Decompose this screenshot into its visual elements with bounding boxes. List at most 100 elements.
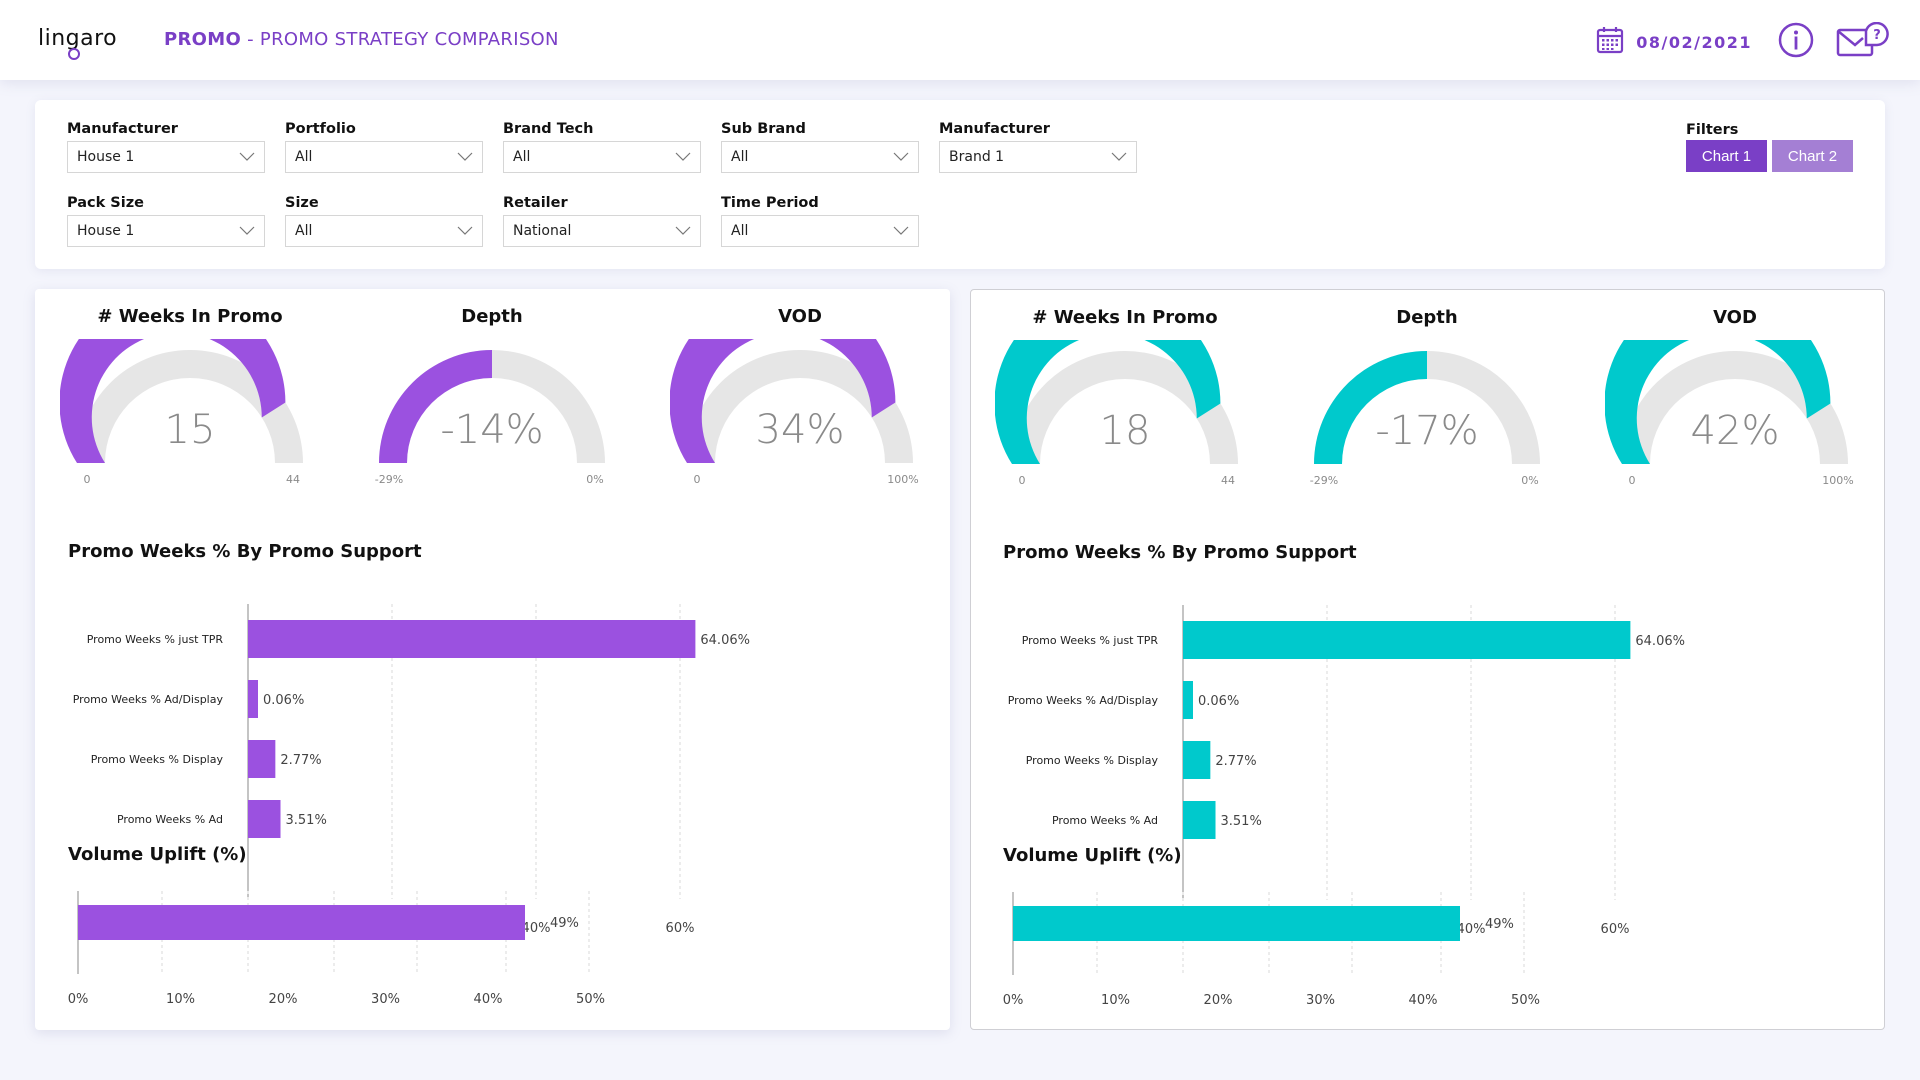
filter-size: Size All: [285, 193, 483, 247]
filter-portfolio: Portfolio All: [285, 119, 483, 173]
filter-brand-tech: Brand Tech All: [503, 119, 701, 173]
calendar-icon[interactable]: [1596, 26, 1624, 58]
filter-label: Portfolio: [285, 121, 356, 137]
filter-label: Size: [285, 195, 319, 211]
filter-label: Manufacturer: [67, 121, 178, 137]
time-period-dropdown[interactable]: All: [721, 215, 919, 247]
gauge-max-label: 0%: [586, 473, 603, 486]
retailer-dropdown[interactable]: National: [503, 215, 701, 247]
chevron-down-icon: [893, 152, 909, 161]
dropdown-value: All: [731, 149, 749, 165]
filter-retailer: Retailer National: [503, 193, 701, 247]
value-label: 0.06%: [263, 693, 304, 708]
chart-2-button[interactable]: Chart 2: [1772, 140, 1853, 172]
bar[interactable]: [248, 680, 258, 718]
pack-size-dropdown[interactable]: House 1: [67, 215, 265, 247]
bar[interactable]: [1013, 906, 1461, 941]
size-dropdown[interactable]: All: [285, 215, 483, 247]
filter-label: Brand Tech: [503, 121, 594, 137]
gauge-value: -14%: [440, 407, 543, 453]
gauge-max-label: 100%: [1822, 474, 1853, 487]
bar[interactable]: [1183, 621, 1631, 659]
chevron-down-icon: [239, 152, 255, 161]
bar[interactable]: [248, 740, 276, 778]
bar[interactable]: [1183, 681, 1193, 719]
gauge-0: 15 0 44: [60, 339, 303, 486]
value-label: 49%: [550, 916, 579, 931]
gauge-max-label: 44: [1221, 474, 1235, 487]
bar[interactable]: [248, 800, 281, 838]
brand-tech-dropdown[interactable]: All: [503, 141, 701, 173]
x-tick-label: 50%: [1511, 993, 1540, 1008]
chevron-down-icon: [893, 226, 909, 235]
gauge-min-label: 0: [1019, 474, 1026, 487]
category-label: Promo Weeks % just TPR: [87, 633, 224, 646]
chevron-down-icon: [1111, 152, 1127, 161]
bar[interactable]: [248, 620, 696, 658]
value-label: 64.06%: [700, 633, 750, 648]
header-tools: 08/02/2021 ?: [1596, 21, 1890, 62]
filter-pack-size: Pack Size House 1: [67, 193, 265, 247]
gauge-max-label: 0%: [1521, 474, 1538, 487]
x-tick-label: 30%: [371, 992, 400, 1007]
filter-label: Sub Brand: [721, 121, 806, 137]
bar[interactable]: [78, 905, 526, 940]
x-tick-label: 50%: [576, 992, 605, 1007]
dropdown-value: Brand 1: [949, 149, 1005, 165]
chart-1-panel: # Weeks In Promo 15 0 44 Depth -14% -29% 0% VOD 3…: [35, 289, 950, 1030]
dropdown-value: House 1: [77, 149, 135, 165]
dropdown-value: All: [731, 223, 749, 239]
category-label: Promo Weeks % Ad/Display: [1008, 694, 1159, 707]
gauge-title: # Weeks In Promo: [1032, 307, 1218, 328]
category-label: Promo Weeks % Ad/Display: [73, 693, 224, 706]
category-label: Promo Weeks % Display: [91, 753, 224, 766]
bar[interactable]: [1183, 801, 1216, 839]
dropdown-value: National: [513, 223, 572, 239]
chevron-down-icon: [239, 226, 255, 235]
value-label: 3.51%: [286, 813, 327, 828]
gauge-value: 42%: [1691, 408, 1780, 454]
gauge-min-label: -29%: [1310, 474, 1338, 487]
x-tick-label: 30%: [1306, 993, 1335, 1008]
filter-manufacturer: Manufacturer House 1: [67, 119, 265, 173]
page-title-name: PROMO STRATEGY COMPARISON: [259, 29, 559, 50]
filter-sub-brand: Sub Brand All: [721, 119, 919, 173]
x-tick-label: 0%: [1003, 993, 1024, 1008]
info-icon[interactable]: [1778, 22, 1814, 62]
chevron-down-icon: [675, 152, 691, 161]
gauge-min-label: 0: [84, 473, 91, 486]
lingaro-logo[interactable]: lingaro: [38, 26, 128, 66]
category-label: Promo Weeks % Ad: [117, 813, 223, 826]
dropdown-value: All: [295, 149, 313, 165]
gauge-max-label: 100%: [887, 473, 918, 486]
promo-support-title: Promo Weeks % By Promo Support: [1003, 542, 1357, 563]
gauge-1: -17% -29% 0%: [1310, 350, 1540, 487]
value-label: 64.06%: [1635, 634, 1685, 649]
bar[interactable]: [1183, 741, 1211, 779]
manufacturer-brand-dropdown[interactable]: Brand 1: [939, 141, 1137, 173]
chevron-down-icon: [675, 226, 691, 235]
gauge-value: -17%: [1375, 408, 1478, 454]
current-date: 08/02/2021: [1636, 32, 1752, 52]
gauge-value: 34%: [756, 407, 845, 453]
manufacturer-dropdown[interactable]: House 1: [67, 141, 265, 173]
page-title-separator: -: [241, 29, 260, 50]
chart-1-button[interactable]: Chart 1: [1686, 140, 1767, 172]
filter-label: Pack Size: [67, 195, 144, 211]
dropdown-value: All: [295, 223, 313, 239]
x-tick-label: 20%: [269, 992, 298, 1007]
category-label: Promo Weeks % Display: [1026, 754, 1159, 767]
filter-label: Manufacturer: [939, 121, 1050, 137]
category-label: Promo Weeks % Ad: [1052, 814, 1158, 827]
filters-card: Manufacturer House 1 Portfolio All Brand…: [35, 100, 1885, 269]
mail-question-icon[interactable]: ?: [1836, 21, 1890, 62]
svg-text:?: ?: [1873, 28, 1881, 43]
gauge-2: 34% 0 100%: [670, 339, 919, 486]
gauge-value: 15: [165, 407, 216, 453]
sub-brand-dropdown[interactable]: All: [721, 141, 919, 173]
portfolio-dropdown[interactable]: All: [285, 141, 483, 173]
x-tick-label: 60%: [1601, 922, 1630, 937]
dropdown-value: All: [513, 149, 531, 165]
x-tick-label: 10%: [1101, 993, 1130, 1008]
volume-uplift-chart: 49% 0% 10% 20% 30% 40% 50%: [1003, 892, 1540, 1008]
